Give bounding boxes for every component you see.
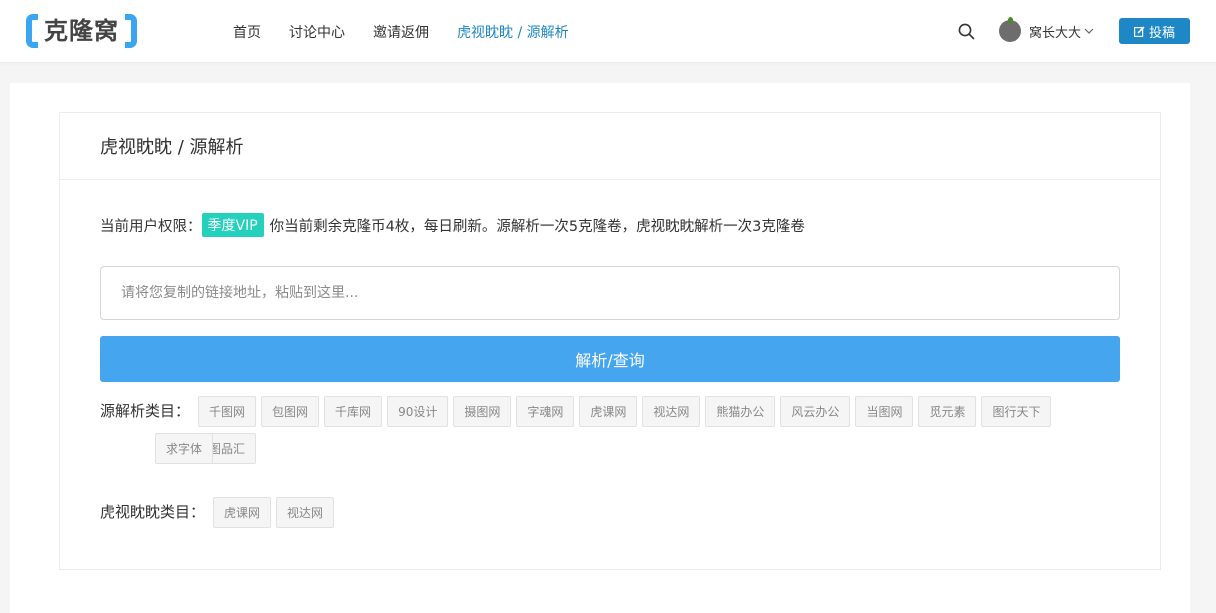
edit-icon [1133, 25, 1145, 37]
source-category-label: 源解析类目： [100, 402, 191, 420]
onion-avatar-icon [999, 17, 1021, 42]
nav-item-home[interactable]: 首页 [233, 22, 261, 42]
permission-label: 当前用户权限： [100, 218, 202, 235]
user-menu[interactable]: 窝长大大 [999, 17, 1094, 43]
logo-right-bracket [125, 14, 137, 48]
main-content: 虎视眈眈 / 源解析 当前用户权限： 季度VIP 你当前剩余克隆币4枚，每日刷新… [10, 83, 1190, 613]
user-name: 窝长大大 [1029, 25, 1082, 41]
category-tag[interactable]: 虎课网 [579, 396, 638, 427]
category-tag[interactable]: 千库网 [324, 396, 383, 427]
video-category-label: 虎视眈眈类目： [100, 503, 206, 521]
category-tag[interactable]: 图行天下 [981, 396, 1052, 427]
logo-text: 克隆窝 [44, 16, 119, 45]
nav-item-forum[interactable]: 讨论中心 [289, 22, 345, 42]
nav-item-parser[interactable]: 虎视眈眈 / 源解析 [457, 22, 569, 42]
panel-title: 虎视眈眈 / 源解析 [60, 113, 1160, 180]
parse-query-button[interactable]: 解析/查询 [100, 336, 1120, 382]
category-tag[interactable]: 熊猫办公 [705, 396, 776, 427]
source-category-row: 源解析类目： 千图网 包图网 千库网 90设计 摄图网 字魂网 虎课网 视达网 … [100, 396, 1120, 470]
category-tag[interactable]: 求字体 [155, 433, 214, 464]
category-tag[interactable]: 字魂网 [516, 396, 575, 427]
category-tag[interactable]: 包图网 [261, 396, 320, 427]
url-input[interactable] [100, 266, 1120, 320]
chevron-down-icon [1084, 28, 1094, 34]
source-category-tags: 千图网 包图网 千库网 90设计 摄图网 字魂网 虎课网 视达网 熊猫办公 风云… [155, 396, 1108, 470]
category-tag[interactable]: 千图网 [198, 396, 257, 427]
category-tag[interactable]: 风云办公 [780, 396, 851, 427]
permission-line: 当前用户权限： 季度VIP 你当前剩余克隆币4枚，每日刷新。源解析一次5克隆卷，… [100, 213, 805, 237]
category-tag[interactable]: 视达网 [276, 497, 335, 528]
main-nav: 首页 讨论中心 邀请返佣 虎视眈眈 / 源解析 [219, 0, 583, 63]
quota-text: 你当前剩余克隆币4枚，每日刷新。源解析一次5克隆卷，虎视眈眈解析一次3克隆卷 [269, 218, 805, 235]
site-logo[interactable]: 克隆窝 [26, 14, 137, 48]
parser-panel: 虎视眈眈 / 源解析 当前用户权限： 季度VIP 你当前剩余克隆币4枚，每日刷新… [59, 112, 1161, 570]
category-tag[interactable]: 觅元素 [918, 396, 977, 427]
vip-badge: 季度VIP [201, 213, 264, 237]
category-tag[interactable]: 虎课网 [213, 497, 272, 528]
search-icon[interactable] [958, 23, 975, 40]
category-tag[interactable]: 当图网 [855, 396, 914, 427]
video-category-tags: 虎课网 视达网 [213, 497, 339, 534]
category-tag[interactable]: 摄图网 [453, 396, 512, 427]
top-navbar: 克隆窝 首页 讨论中心 邀请返佣 虎视眈眈 / 源解析 窝长大大 投稿 [0, 0, 1216, 63]
nav-item-invite[interactable]: 邀请返佣 [373, 22, 429, 42]
category-tag[interactable]: 视达网 [642, 396, 701, 427]
post-button-label: 投稿 [1148, 25, 1175, 41]
category-tag[interactable]: 90设计 [387, 396, 449, 427]
video-category-row: 虎视眈眈类目： 虎课网 视达网 [100, 497, 1120, 534]
logo-left-bracket [26, 14, 38, 48]
post-button[interactable]: 投稿 [1119, 18, 1190, 44]
